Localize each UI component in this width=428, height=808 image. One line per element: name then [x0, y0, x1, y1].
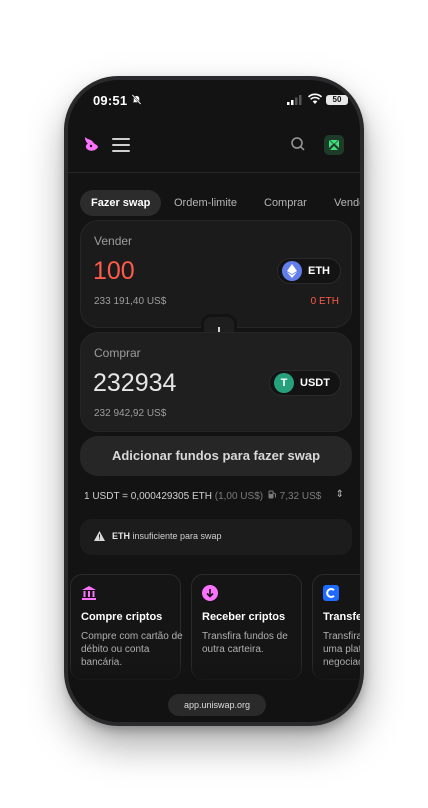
status-time: 09:51	[93, 93, 128, 108]
wifi-icon	[308, 93, 322, 104]
sell-usd-value: 233 191,40 US$	[94, 296, 167, 307]
eth-icon	[282, 261, 302, 281]
feature-title: Transferir	[323, 611, 360, 623]
tab-comprar[interactable]: Comprar	[264, 190, 307, 216]
warning-message: insuficiente para swap	[132, 531, 222, 541]
network-fee: 7,32 US$	[279, 491, 322, 502]
buy-token-symbol: USDT	[300, 377, 330, 389]
app-screen: 09:51 50 Fazer swap Ordem-limite Comprar…	[68, 80, 360, 722]
nav-divider	[68, 172, 360, 173]
sell-balance[interactable]: 0 ETH	[311, 296, 339, 307]
tab-ordem-limite[interactable]: Ordem-limite	[174, 190, 237, 216]
sell-label: Vender	[94, 234, 133, 248]
swap-tabs: Fazer swap Ordem-limite Comprar Vender	[80, 190, 360, 216]
receive-icon	[202, 585, 218, 601]
buy-usd-value: 232 942,92 US$	[94, 408, 167, 419]
coinbase-icon	[323, 585, 339, 601]
buy-token-selector[interactable]: T USDT	[269, 370, 341, 396]
status-bar: 09:51 50	[68, 80, 360, 120]
rate-text: 1 USDT = 0,000429305 ETH	[84, 491, 212, 502]
usdt-icon: T	[274, 373, 294, 393]
tab-fazer-swap[interactable]: Fazer swap	[80, 190, 162, 216]
sell-token-selector[interactable]: ETH	[277, 258, 341, 284]
buy-card: Comprar 232934 T USDT 232 942,92 US$	[80, 332, 352, 432]
buy-label: Comprar	[94, 346, 141, 360]
wallet-avatar[interactable]	[324, 135, 344, 155]
sell-token-symbol: ETH	[308, 265, 330, 277]
uniswap-logo-icon[interactable]	[82, 135, 100, 153]
url-bar[interactable]: app.uniswap.org	[168, 694, 266, 716]
rate-usd: (1,00 US$)	[214, 491, 264, 502]
expand-chevron-icon[interactable]: ⇕	[336, 489, 344, 500]
buy-amount-input[interactable]: 232934	[93, 369, 176, 398]
feature-title: Receber criptos	[202, 611, 286, 623]
sell-amount-input[interactable]: 100	[93, 257, 135, 286]
warning-text: ETH insuficiente para swap	[112, 531, 222, 541]
gas-pump-icon	[268, 490, 276, 499]
sell-card: Vender 100 ETH 233 191,40 US$ 0 ETH	[80, 220, 352, 328]
hamburger-menu-icon[interactable]	[112, 138, 130, 152]
signal-icon	[287, 95, 302, 105]
bell-muted-icon	[131, 94, 142, 105]
feature-description: Transfira fundos de outra carteira.	[202, 631, 288, 655]
insufficient-funds-warning: ETH insuficiente para swap	[80, 519, 352, 555]
search-icon[interactable]	[290, 136, 306, 152]
phone-frame: 09:51 50 Fazer swap Ordem-limite Comprar…	[64, 76, 364, 726]
battery-indicator: 50	[326, 95, 348, 105]
bank-icon	[82, 586, 96, 600]
warning-icon	[94, 531, 105, 541]
tab-vender[interactable]: Vender	[334, 190, 360, 216]
avatar-pattern-icon	[329, 140, 339, 150]
exchange-rate-row[interactable]: 1 USDT = 0,000429305 ETH (1,00 US$) 7,32…	[84, 489, 348, 502]
warning-token: ETH	[112, 531, 130, 541]
add-funds-button[interactable]: Adicionar fundos para fazer swap	[80, 436, 352, 476]
top-nav	[68, 132, 360, 172]
feature-title: Compre criptos	[81, 611, 163, 623]
